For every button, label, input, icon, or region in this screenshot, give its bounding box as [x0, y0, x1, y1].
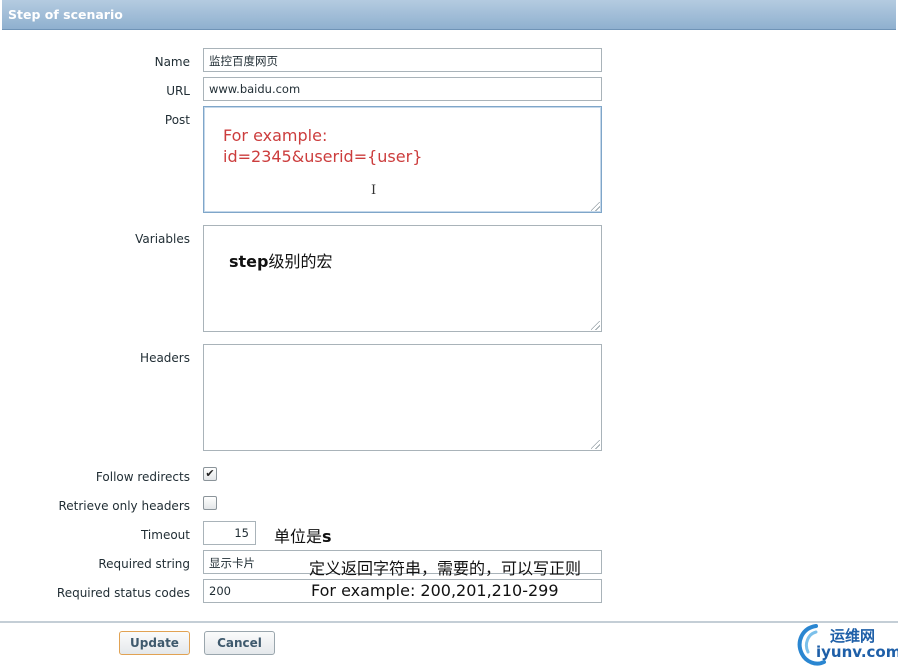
cancel-button[interactable]: Cancel: [204, 631, 275, 655]
name-label: Name: [154, 55, 190, 69]
timeout-annotation: 单位是s: [274, 523, 332, 547]
retrieve-only-headers-label: Retrieve only headers: [58, 499, 190, 513]
variables-annotation-text: 级别的宏: [268, 252, 333, 271]
follow-redirects-checkbox[interactable]: ✔: [203, 467, 217, 481]
required-string-annotation: 定义返回字符串，需要的，可以写正则: [309, 559, 582, 578]
name-field[interactable]: 监控百度网页: [203, 48, 602, 72]
post-example-line2: id=2345&userid={user}: [223, 147, 423, 166]
resize-grip-icon[interactable]: [591, 202, 600, 211]
variables-textarea[interactable]: step级别的宏: [203, 225, 602, 332]
watermark-logo: 运维网 iyunv.com: [792, 620, 898, 668]
header-bar: Step of scenario: [2, 0, 896, 30]
required-string-label: Required string: [98, 557, 190, 571]
post-label: Post: [164, 113, 190, 127]
url-label: URL: [166, 84, 190, 98]
checkmark-icon: ✔: [205, 467, 215, 480]
text-cursor-icon: I: [371, 183, 377, 198]
variables-label: Variables: [135, 232, 190, 246]
post-textarea[interactable]: For example: id=2345&userid={user} I: [203, 106, 602, 213]
variables-annotation: step级别的宏: [229, 248, 333, 272]
page-title: Step of scenario: [8, 7, 123, 22]
watermark-en: iyunv.com: [816, 643, 898, 661]
timeout-label: Timeout: [140, 528, 190, 542]
headers-label: Headers: [140, 351, 190, 365]
retrieve-only-headers-checkbox[interactable]: [203, 496, 217, 510]
follow-redirects-label: Follow redirects: [95, 470, 190, 484]
required-status-codes-label: Required status codes: [56, 586, 190, 600]
update-button[interactable]: Update: [119, 631, 190, 655]
resize-grip-icon[interactable]: [591, 321, 600, 330]
timeout-field[interactable]: 15: [203, 521, 256, 545]
required-status-codes-annotation: For example: 200,201,210-299: [311, 581, 559, 600]
timeout-annotation-text: 单位是: [274, 527, 323, 546]
timeout-annotation-bold: s: [322, 527, 332, 546]
post-example-annotation: For example: id=2345&userid={user}: [223, 125, 422, 167]
resize-grip-icon[interactable]: [591, 440, 600, 449]
headers-textarea[interactable]: [203, 344, 602, 451]
post-example-line1: For example:: [223, 126, 328, 145]
url-field[interactable]: www.baidu.com: [203, 77, 602, 101]
variables-annotation-bold: step: [229, 252, 269, 271]
